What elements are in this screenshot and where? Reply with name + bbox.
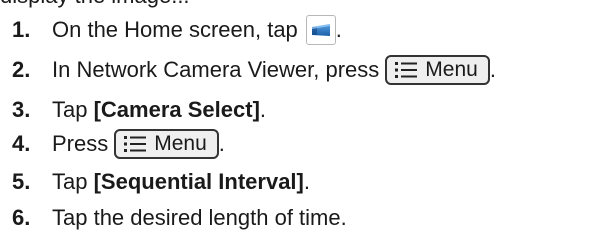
step-number: 1. bbox=[12, 17, 31, 42]
step-text: Tap the desired length of time. bbox=[52, 205, 347, 230]
step-number: 4. bbox=[12, 131, 31, 156]
step-text: Tap bbox=[52, 169, 94, 194]
step-text: In Network Camera Viewer, press bbox=[52, 57, 380, 82]
step-text: On the Home screen, tap bbox=[52, 17, 298, 42]
step-text-end: . bbox=[489, 57, 496, 82]
list-menu-icon bbox=[124, 136, 147, 152]
step-4: 4. Press Menu . bbox=[12, 128, 225, 160]
step-6: 6. Tap the desired length of time. bbox=[12, 202, 347, 234]
menu-button[interactable]: Menu bbox=[114, 129, 219, 159]
list-menu-icon bbox=[395, 62, 418, 78]
step-text: Press bbox=[52, 131, 109, 156]
step-text-end: . bbox=[335, 17, 342, 42]
step-text-end: . bbox=[303, 169, 310, 194]
step-1: 1. On the Home screen, tap . bbox=[12, 14, 342, 46]
menu-button-label: Menu bbox=[425, 58, 478, 81]
step-3: 3. Tap [Camera Select] . bbox=[12, 94, 266, 126]
step-bold-text: [Sequential Interval] bbox=[93, 169, 304, 194]
step-text-end: . bbox=[218, 131, 225, 156]
menu-button-label: Menu bbox=[154, 132, 207, 155]
network-camera-viewer-app-icon[interactable] bbox=[305, 15, 336, 45]
step-text-end: . bbox=[259, 97, 267, 122]
camera-app-glyph-icon bbox=[311, 24, 330, 36]
step-number: 3. bbox=[12, 97, 31, 122]
step-text: Tap bbox=[52, 97, 94, 122]
intro-fragment: display the image... bbox=[0, 0, 190, 8]
step-bold-text: [Camera Select] bbox=[93, 97, 260, 122]
step-number: 2. bbox=[12, 57, 31, 82]
step-2: 2. In Network Camera Viewer, press Menu … bbox=[12, 54, 496, 86]
menu-button[interactable]: Menu bbox=[385, 55, 490, 85]
step-5: 5. Tap [Sequential Interval] . bbox=[12, 166, 310, 198]
step-number: 5. bbox=[12, 169, 31, 194]
step-number: 6. bbox=[12, 205, 31, 230]
